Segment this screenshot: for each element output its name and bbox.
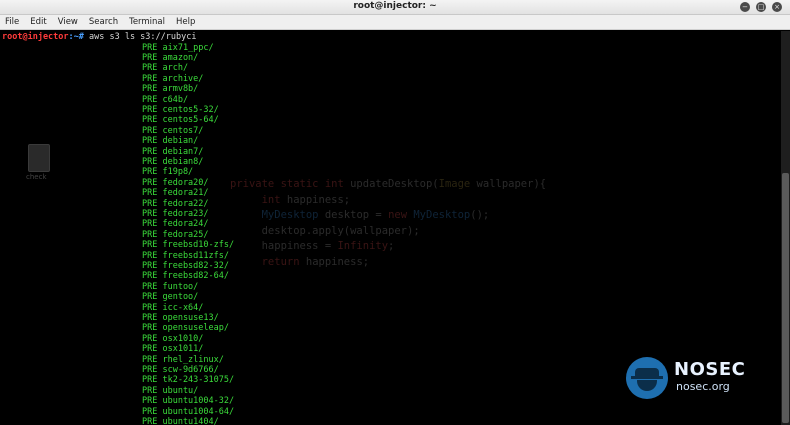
listing-row: PRE funtoo/ bbox=[142, 281, 199, 292]
code-type: MyDesktop bbox=[261, 209, 319, 221]
listing-row: PRE fedora21/ bbox=[142, 188, 209, 199]
code-text: (); bbox=[470, 209, 490, 221]
minimize-button[interactable]: − bbox=[740, 2, 750, 12]
listing-row: PRE freebsd10-zfs/ bbox=[142, 240, 235, 251]
file-icon bbox=[28, 144, 50, 172]
listing-row: PRE icc-x64/ bbox=[142, 302, 204, 313]
code-type: Image bbox=[438, 178, 471, 190]
code-keyword: int bbox=[261, 193, 281, 206]
listing-row: PRE ubuntu1004-32/ bbox=[142, 396, 235, 407]
listing-row: PRE arch/ bbox=[142, 63, 189, 74]
code-text: happiness; bbox=[280, 193, 351, 206]
menu-bar: File Edit View Search Terminal Help bbox=[0, 15, 790, 30]
listing-row: PRE tk2-243-31075/ bbox=[142, 375, 235, 386]
listing-row: PRE scw-9d6766/ bbox=[142, 364, 219, 375]
listing-row: PRE fedora23/ bbox=[142, 208, 209, 219]
menu-edit[interactable]: Edit bbox=[30, 15, 46, 29]
prompt-path: :~# bbox=[68, 32, 84, 42]
listing-row: PRE fedora20/ bbox=[142, 177, 209, 188]
code-keyword: new bbox=[388, 209, 414, 221]
nosec-logo-icon bbox=[626, 357, 668, 399]
listing-row: PRE armv8b/ bbox=[142, 84, 199, 95]
listing-row: PRE gentoo/ bbox=[142, 292, 199, 303]
logo-subtitle: nosec.org bbox=[676, 380, 730, 393]
desktop-icon-label: check bbox=[26, 173, 47, 181]
listing-row: PRE amazon/ bbox=[142, 52, 199, 63]
listing-row: PRE ubuntu/ bbox=[142, 385, 199, 396]
listing-row: PRE osx1011/ bbox=[142, 344, 204, 355]
listing-row: PRE debian8/ bbox=[142, 156, 204, 167]
listing-row: PRE f19p8/ bbox=[142, 167, 194, 178]
code-type: MyDesktop bbox=[413, 209, 471, 221]
command-line: root@injector:~# aws s3 ls s3://rubyci bbox=[2, 32, 196, 42]
terminal-scrollbar[interactable] bbox=[781, 31, 790, 425]
listing-row: PRE debian7/ bbox=[142, 146, 204, 157]
listing-row: PRE freebsd82-64/ bbox=[142, 271, 229, 282]
window-controls: − □ × bbox=[740, 2, 782, 12]
listing-row: PRE centos7/ bbox=[142, 125, 204, 136]
listing-row: PRE fedora25/ bbox=[142, 229, 209, 240]
listing-row: PRE ubuntu1404/ bbox=[142, 416, 219, 425]
menu-file[interactable]: File bbox=[5, 15, 19, 29]
code-text: wallpaper){ bbox=[470, 178, 547, 190]
code-keyword: Infinity bbox=[337, 240, 389, 252]
prompt-user: root@injector bbox=[2, 32, 69, 42]
title-bar: root@injector: ~ − □ × bbox=[0, 0, 790, 15]
listing-row: PRE fedora24/ bbox=[142, 219, 209, 230]
code-text: happiness; bbox=[299, 255, 370, 268]
listing-row: PRE centos5-64/ bbox=[142, 115, 219, 126]
code-keyword: return bbox=[261, 255, 300, 268]
menu-search[interactable]: Search bbox=[89, 15, 118, 29]
listing-row: PRE rhel_zlinux/ bbox=[142, 354, 224, 365]
listing-row: PRE osx1010/ bbox=[142, 333, 204, 344]
code-text: ; bbox=[388, 240, 395, 252]
code-text: happiness = bbox=[261, 240, 338, 252]
listing-row: PRE fedora22/ bbox=[142, 198, 209, 209]
code-text: desktop.apply(wallpaper); bbox=[261, 224, 420, 237]
code-text: updateDesktop( bbox=[350, 178, 439, 190]
listing-row: PRE aix71_ppc/ bbox=[142, 42, 214, 53]
listing-row: PRE debian/ bbox=[142, 136, 199, 147]
listing-row: PRE centos5-32/ bbox=[142, 104, 219, 115]
listing-row: PRE freebsd82-32/ bbox=[142, 260, 229, 271]
prompt-command: aws s3 ls s3://rubyci bbox=[83, 32, 197, 42]
code-keyword: private static int bbox=[230, 178, 351, 190]
listing-row: PRE ubuntu1004-64/ bbox=[142, 406, 235, 417]
code-text: desktop = bbox=[318, 209, 389, 221]
listing-row: PRE archive/ bbox=[142, 73, 204, 84]
listing-row: PRE opensuse13/ bbox=[142, 312, 219, 323]
maximize-button[interactable]: □ bbox=[756, 2, 766, 12]
menu-terminal[interactable]: Terminal bbox=[129, 15, 165, 29]
listing-row: PRE c64b/ bbox=[142, 94, 189, 105]
menu-view[interactable]: View bbox=[58, 15, 78, 29]
menu-help[interactable]: Help bbox=[176, 15, 195, 29]
listing-row: PRE freebsd11zfs/ bbox=[142, 250, 229, 261]
wallpaper-code: private static int updateDesktop(Image w… bbox=[230, 177, 546, 270]
scrollbar-thumb[interactable] bbox=[782, 173, 789, 423]
logo-title: NOSEC bbox=[674, 359, 746, 380]
listing-row: PRE opensuseleap/ bbox=[142, 323, 229, 334]
close-button[interactable]: × bbox=[772, 2, 782, 12]
window-title: root@injector: ~ bbox=[353, 1, 437, 11]
